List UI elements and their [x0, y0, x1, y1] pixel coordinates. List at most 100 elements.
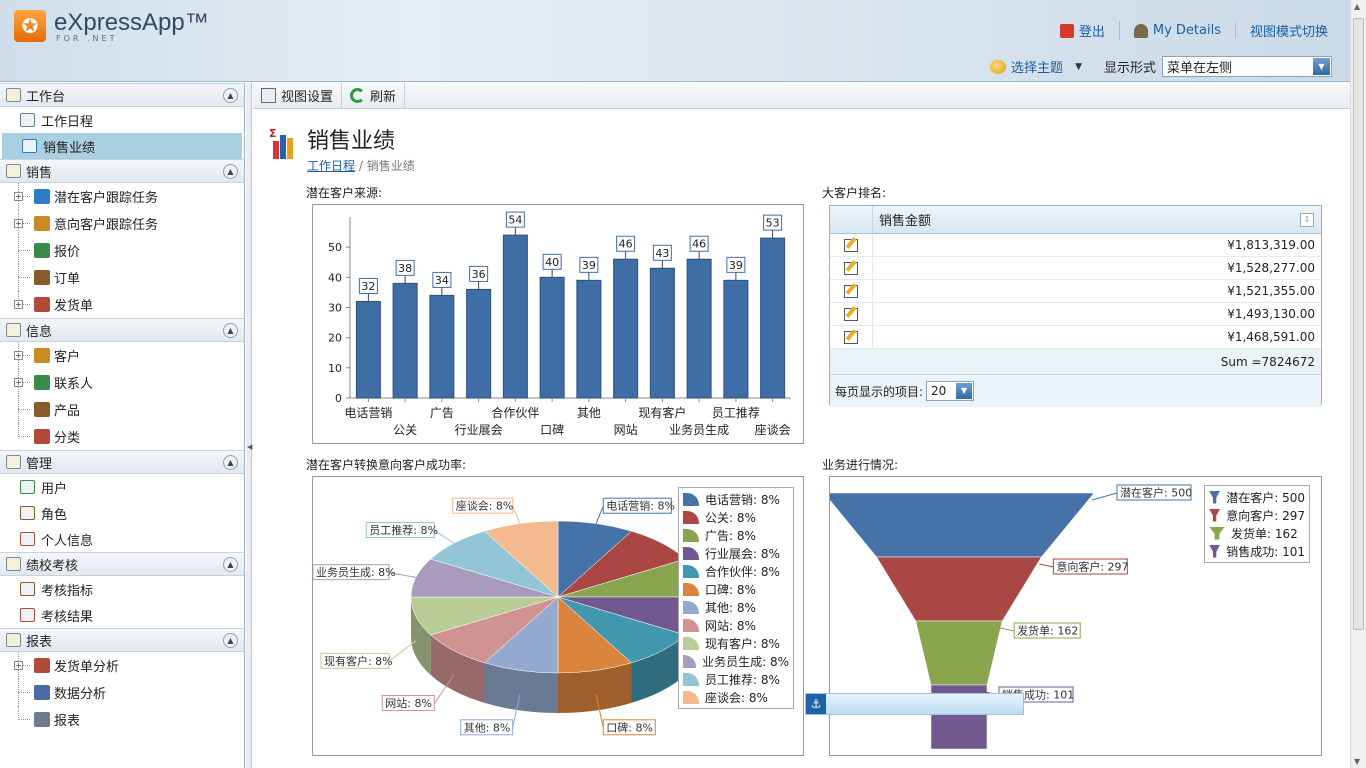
sidebar-item[interactable]: 角色: [0, 500, 244, 526]
anchor-icon[interactable]: ⚓: [806, 694, 826, 714]
collapse-icon[interactable]: ▲: [223, 323, 238, 338]
sidebar-item[interactable]: 销售业绩: [2, 133, 242, 159]
sidebar-item[interactable]: 考核指标: [0, 576, 244, 602]
grid-header: 销售金额 ⇩: [830, 205, 1321, 234]
collapse-icon[interactable]: ▲: [223, 633, 238, 648]
bar[interactable]: [392, 282, 418, 399]
legend-label: 员工推荐: 8%: [705, 672, 780, 687]
table-row[interactable]: ¥1,813,319.00: [830, 233, 1321, 257]
sidebar-item[interactable]: + 客户: [0, 342, 244, 369]
view-mode-switch-link[interactable]: 视图模式切换: [1236, 21, 1328, 40]
sidebar-group-5[interactable]: 报表 ▲: [0, 628, 244, 652]
sidebar-item[interactable]: 工作日程: [0, 107, 244, 133]
sidebar-group-3[interactable]: 管理 ▲: [0, 450, 244, 474]
scroll-down-icon[interactable]: ▼: [1354, 757, 1360, 766]
bar[interactable]: [649, 267, 675, 399]
logout-link[interactable]: 登出: [1046, 21, 1120, 40]
header-toolbar: 选择主题 ▼ 显示形式 菜单在左侧 ▼: [990, 56, 1332, 77]
collapse-icon[interactable]: ▲: [223, 557, 238, 572]
edit-icon[interactable]: [844, 238, 858, 252]
sidebar-item-label: 产品: [54, 404, 81, 419]
page-scrollbar[interactable]: ▲ ▼: [1350, 0, 1366, 768]
funnel-segment[interactable]: [823, 492, 1095, 558]
theme-chooser[interactable]: 选择主题 ▼: [990, 57, 1082, 76]
expand-icon[interactable]: +: [14, 219, 23, 228]
page-size-select[interactable]: 20 ▼: [926, 381, 975, 401]
sidebar-group-2[interactable]: 信息 ▲: [0, 318, 244, 342]
collapse-icon[interactable]: ▲: [223, 164, 238, 179]
sidebar-item[interactable]: + 联系人: [0, 369, 244, 396]
legend-item: 销售成功: 101: [1209, 542, 1305, 560]
sidebar-item[interactable]: 个人信息: [0, 526, 244, 552]
legend-item: 现有客户: 8%: [683, 634, 789, 652]
app-logo[interactable]: ✪ eXpressApp™ FOR .NET: [14, 10, 209, 43]
edit-icon[interactable]: [844, 261, 858, 275]
bar[interactable]: [576, 279, 602, 399]
bar[interactable]: [502, 234, 528, 399]
table-row[interactable]: ¥1,468,591.00: [830, 325, 1321, 349]
sidebar-item[interactable]: 分类: [0, 423, 244, 450]
expand-icon[interactable]: +: [14, 378, 23, 387]
expand-icon[interactable]: +: [14, 351, 23, 360]
expand-icon[interactable]: +: [14, 192, 23, 201]
legend-item: 口碑: 8%: [683, 580, 789, 598]
sidebar-item[interactable]: + 意向客户跟踪任务: [0, 210, 244, 237]
breadcrumb-link[interactable]: 工作日程: [307, 159, 355, 173]
edit-icon[interactable]: [844, 307, 858, 321]
x-tick-label: 现有客户: [638, 405, 686, 420]
funnel-segment[interactable]: [876, 556, 1042, 622]
x-tick-label: 广告: [430, 406, 454, 420]
chevron-down-icon[interactable]: ▼: [956, 383, 973, 399]
sidebar-item-label: 发货单: [54, 299, 94, 314]
sidebar-item[interactable]: 订单: [0, 264, 244, 291]
bar[interactable]: [355, 300, 381, 399]
grid-column-header[interactable]: 销售金额: [873, 210, 1300, 229]
bar[interactable]: [429, 294, 455, 399]
group-icon: [6, 323, 21, 337]
table-row[interactable]: ¥1,521,355.00: [830, 279, 1321, 303]
bar[interactable]: [760, 237, 786, 399]
sidebar-item[interactable]: + 发货单分析: [0, 652, 244, 679]
floating-anchor-bar[interactable]: ⚓: [805, 693, 1024, 715]
bar[interactable]: [723, 279, 749, 399]
pie-data-label: 电话营销: 8%: [606, 499, 675, 513]
bar-chart-panel: 0 10 20 30 40 50 32 电话营销 38 公关 34 广告 36 行业展会 54 合作伙伴 40 口…: [312, 204, 804, 444]
tree-line: [18, 692, 30, 693]
sidebar-group-1[interactable]: 销售 ▲: [0, 159, 244, 183]
sidebar-item[interactable]: 数据分析: [0, 679, 244, 706]
sidebar-item[interactable]: + 潜在客户跟踪任务: [0, 183, 244, 210]
chevron-down-icon[interactable]: ▼: [1313, 58, 1330, 75]
table-row[interactable]: ¥1,493,130.00: [830, 302, 1321, 326]
display-mode-select[interactable]: 菜单在左侧 ▼: [1162, 56, 1332, 77]
table-row[interactable]: ¥1,528,277.00: [830, 256, 1321, 280]
sidebar-item[interactable]: 报价: [0, 237, 244, 264]
sidebar-item[interactable]: + 发货单: [0, 291, 244, 318]
collapse-icon[interactable]: ▲: [223, 455, 238, 470]
sidebar-splitter[interactable]: ◀: [246, 83, 252, 768]
bar[interactable]: [613, 258, 639, 399]
sidebar-item[interactable]: 产品: [0, 396, 244, 423]
sidebar-group-0[interactable]: 工作台 ▲: [0, 83, 244, 107]
export-icon[interactable]: ⇩: [1300, 212, 1314, 227]
sales-chart-icon: Σ: [269, 127, 299, 163]
bar[interactable]: [686, 258, 712, 399]
sidebar-item[interactable]: 考核结果: [0, 602, 244, 628]
my-details-link[interactable]: My Details: [1120, 23, 1236, 38]
funnel-legend: 潜在客户: 500 意向客户: 297 发货单: 162 销售成功: 101: [1204, 485, 1310, 563]
expand-icon[interactable]: +: [14, 300, 23, 309]
sidebar-item[interactable]: 报表: [0, 706, 244, 733]
scrollbar-thumb[interactable]: [1353, 18, 1364, 630]
expand-icon[interactable]: +: [14, 661, 23, 670]
collapse-icon[interactable]: ▲: [223, 88, 238, 103]
view-settings-button[interactable]: 视图设置: [253, 82, 343, 109]
sidebar-item[interactable]: 用户: [0, 474, 244, 500]
collapse-arrow-icon[interactable]: ◀: [247, 443, 252, 451]
edit-icon[interactable]: [844, 330, 858, 344]
bar[interactable]: [539, 276, 565, 399]
scroll-up-icon[interactable]: ▲: [1354, 2, 1360, 11]
funnel-segment[interactable]: [915, 620, 1003, 686]
sidebar-group-4[interactable]: 绩校考核 ▲: [0, 552, 244, 576]
refresh-button[interactable]: 刷新: [342, 82, 406, 109]
edit-icon[interactable]: [844, 284, 858, 298]
bar[interactable]: [466, 288, 492, 399]
